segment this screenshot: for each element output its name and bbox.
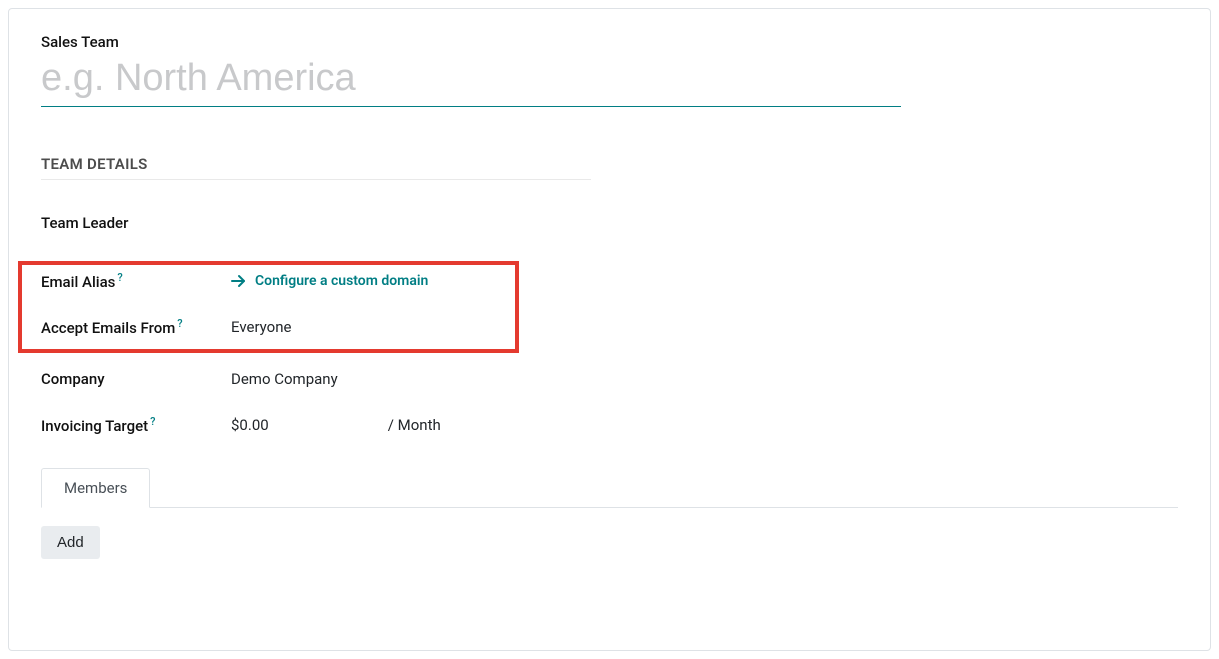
tabs-bar: Members (41, 468, 1178, 508)
team-details-section-title: TEAM DETAILS (41, 155, 591, 180)
sales-team-name-input[interactable] (41, 55, 901, 107)
accept-emails-from-row: Accept Emails From? Everyone (41, 308, 1178, 346)
team-details-grid: Team Leader Email Alias? Configure a cus… (41, 204, 1178, 444)
accept-emails-from-label-text: Accept Emails From (41, 319, 175, 337)
configure-custom-domain-text: Configure a custom domain (255, 273, 428, 289)
team-leader-row: Team Leader (41, 204, 1178, 242)
invoicing-target-suffix: / Month (388, 416, 441, 434)
members-tab-content: Add (41, 508, 1178, 559)
help-icon[interactable]: ? (177, 317, 182, 330)
company-label: Company (41, 370, 231, 388)
email-alias-row: Email Alias? Configure a custom domain (41, 262, 1178, 300)
accept-emails-from-value[interactable]: Everyone (231, 318, 291, 336)
invoicing-target-value[interactable]: $0.00 (231, 416, 384, 434)
invoicing-target-value-wrap: $0.00 / Month (231, 416, 441, 434)
sales-team-label: Sales Team (41, 33, 1178, 51)
invoicing-target-row: Invoicing Target? $0.00 / Month (41, 406, 1178, 444)
help-icon[interactable]: ? (117, 271, 122, 284)
invoicing-target-label-text: Invoicing Target (41, 417, 148, 435)
company-row: Company Demo Company (41, 360, 1178, 398)
email-alias-label: Email Alias? (41, 271, 231, 291)
accept-emails-from-label: Accept Emails From? (41, 317, 231, 337)
add-member-button[interactable]: Add (41, 526, 100, 559)
sales-team-form-card: Sales Team TEAM DETAILS Team Leader Emai… (8, 8, 1211, 651)
invoicing-target-label: Invoicing Target? (41, 415, 231, 435)
help-icon[interactable]: ? (150, 415, 155, 428)
arrow-right-icon (231, 273, 247, 289)
company-value[interactable]: Demo Company (231, 370, 338, 388)
configure-custom-domain-link[interactable]: Configure a custom domain (231, 273, 428, 289)
email-alias-label-text: Email Alias (41, 273, 115, 291)
team-leader-label: Team Leader (41, 214, 231, 232)
tab-members[interactable]: Members (41, 468, 150, 508)
